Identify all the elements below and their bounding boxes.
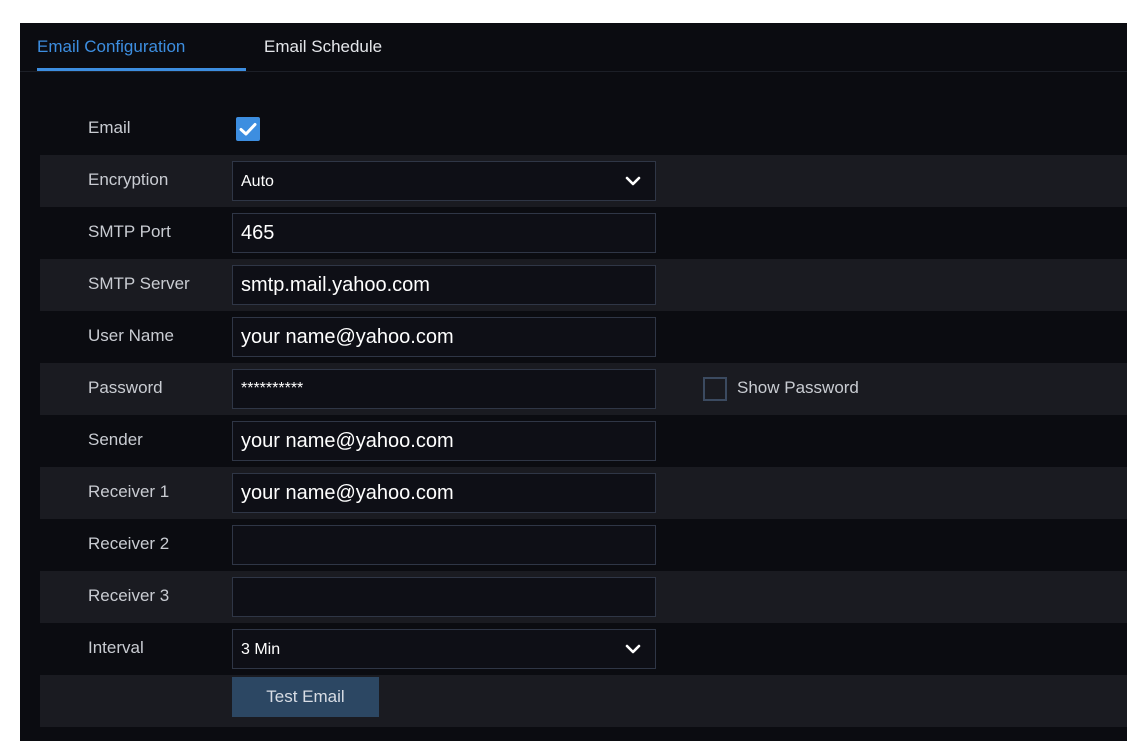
sender-label: Sender	[88, 430, 143, 449]
row-encryption: Encryption Auto	[40, 155, 1127, 207]
row-receiver-2: Receiver 2	[40, 519, 1127, 571]
row-email: Email	[40, 101, 1127, 153]
user-name-input[interactable]: your name@yahoo.com	[232, 317, 656, 357]
row-user-name: User Name your name@yahoo.com	[40, 311, 1127, 363]
receiver-2-input[interactable]	[232, 525, 656, 565]
tab-email-schedule[interactable]: Email Schedule	[264, 37, 382, 57]
receiver-3-input[interactable]	[232, 577, 656, 617]
smtp-port-input[interactable]: 465	[232, 213, 656, 253]
email-settings-panel: Email Configuration Email Schedule Email…	[20, 23, 1127, 741]
row-password: Password ********** Show Password	[40, 363, 1127, 415]
encryption-value: Auto	[241, 173, 274, 190]
receiver-1-input[interactable]: your name@yahoo.com	[232, 473, 656, 513]
email-enable-checkbox[interactable]	[236, 117, 260, 141]
show-password-label: Show Password	[737, 378, 859, 397]
test-email-button[interactable]: Test Email	[232, 677, 379, 717]
email-label: Email	[88, 118, 131, 137]
active-tab-indicator	[37, 68, 246, 71]
receiver-1-label: Receiver 1	[88, 482, 170, 501]
smtp-server-label: SMTP Server	[88, 274, 190, 293]
row-test-email	[40, 675, 1127, 727]
sender-input[interactable]: your name@yahoo.com	[232, 421, 656, 461]
chevron-down-icon	[625, 176, 641, 186]
receiver-2-label: Receiver 2	[88, 534, 170, 553]
receiver-3-label: Receiver 3	[88, 586, 170, 605]
row-smtp-port: SMTP Port 465	[40, 207, 1127, 259]
row-receiver-1: Receiver 1 your name@yahoo.com	[40, 467, 1127, 519]
encryption-label: Encryption	[88, 170, 169, 189]
encryption-select[interactable]: Auto	[232, 161, 656, 201]
row-receiver-3: Receiver 3	[40, 571, 1127, 623]
row-sender: Sender your name@yahoo.com	[40, 415, 1127, 467]
show-password-checkbox[interactable]	[703, 377, 727, 401]
tab-bar: Email Configuration Email Schedule	[20, 23, 1127, 72]
row-smtp-server: SMTP Server smtp.mail.yahoo.com	[40, 259, 1127, 311]
interval-select[interactable]: 3 Min	[232, 629, 656, 669]
password-label: Password	[88, 378, 163, 397]
smtp-server-input[interactable]: smtp.mail.yahoo.com	[232, 265, 656, 305]
interval-value: 3 Min	[241, 641, 281, 658]
tab-email-configuration[interactable]: Email Configuration	[37, 37, 185, 57]
chevron-down-icon	[625, 644, 641, 654]
interval-label: Interval	[88, 638, 144, 657]
password-input[interactable]: **********	[232, 369, 656, 409]
row-interval: Interval 3 Min	[40, 623, 1127, 675]
check-icon	[239, 123, 257, 136]
smtp-port-label: SMTP Port	[88, 222, 171, 241]
user-name-label: User Name	[88, 326, 174, 345]
